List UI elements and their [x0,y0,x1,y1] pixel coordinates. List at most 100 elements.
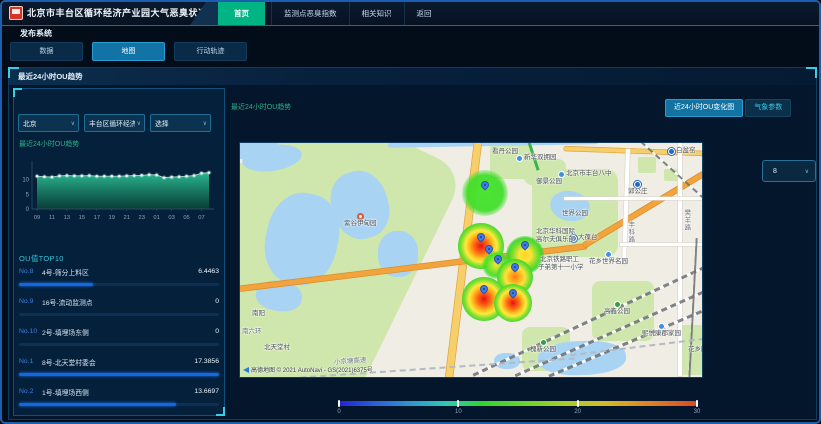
road-line [564,197,703,200]
station-number-select[interactable]: 8 ∨ [762,160,816,182]
top10-item: No.102号-填埋场东侧0 [19,325,219,355]
top10-bar-fill [19,373,219,376]
blue-poi-icon [516,155,523,162]
trend-subtitle: 最近24小时OU趋势 [19,139,79,149]
tab-2[interactable]: 地图 [92,42,165,61]
chevron-down-icon: ∨ [805,168,815,175]
legend-tick-mark [457,400,459,407]
tab-1[interactable]: 数据 [10,42,83,61]
city-select[interactable]: 北京 ∨ [18,114,79,132]
road-line [622,149,630,264]
svg-text:21: 21 [124,215,130,221]
map-label: 北天堂村 [264,345,290,352]
map-label: 丰科路 [626,221,633,244]
legend-tick-label: 0 [337,409,340,415]
map-label: 新华双拥园 [516,155,557,162]
site-select[interactable]: 选择 ∨ [150,114,211,132]
top10-rank: No.1 [19,358,42,365]
map-label: 北京市丰台八中 [558,171,612,178]
svg-text:11: 11 [49,215,55,221]
ou-legend-labels: 0102030 [339,409,697,417]
top10-item: No.18号-北天堂村委会17.3856 [19,355,219,385]
map-toggle-buttons: 近24小时OU变化图气象参数 [665,99,791,117]
svg-text:13: 13 [64,215,70,221]
panel-title: 最近24小时OU趋势 [9,68,816,85]
map-label: 高鑫公园 [604,301,630,316]
top10-rank: No.8 [19,268,42,275]
metro-poi-icon [668,148,675,155]
legend-tick-mark [696,400,698,407]
park-area [638,157,656,173]
trend-chart: 0510091113151719212301030507 [14,151,224,233]
nav-item-3[interactable]: 相关知识 [349,2,404,25]
top10-value: 0 [215,298,219,305]
top10-value: 0 [215,328,219,335]
map-label: 高尔夫俱乐部 [536,237,575,244]
svg-text:0: 0 [26,207,30,213]
left-panel: 北京 ∨ 丰台区循环经济产 ∨ 选择 ∨ 最近24小时OU趋势 [13,88,225,416]
svg-text:5: 5 [26,192,30,198]
tab-3[interactable]: 行动轨迹 [174,42,247,61]
nav-item-4[interactable]: 返回 [404,2,444,25]
map-label: 御景公园 [536,179,562,186]
map-label: 樊羊路 [682,209,689,232]
top10-site-name: 16号-流动监测点 [42,297,215,307]
blue-poi-icon [658,323,665,330]
map-label: 花乡世界名园 [589,251,628,266]
app-root: 北京市丰台区循环经济产业园大气恶臭状况实时 首页监测点恶臭指数相关知识返回 发布… [0,0,821,424]
top10-bar-track [19,373,219,376]
map-label: 北京铁路职工 [540,257,579,264]
legend-tick-label: 30 [694,409,701,415]
top10-item: No.21号-填埋场西侧13.6697 [19,385,219,415]
park-select-value: 丰台区循环经济产 [85,118,135,128]
legend-tick-mark [338,400,340,407]
top10-site-name: 8号-北天堂村委会 [42,357,194,367]
top10-bar-track [19,343,219,346]
top10-bar-fill [19,403,176,406]
map-subtitle: 最近24小时OU趋势 [231,102,291,112]
map-label: 熙悦康郡家园 [642,323,681,338]
map-label: 花乡国 [688,347,703,354]
top10-title: OU值TOP10 [19,253,64,264]
top10-item: No.84号-筛分上料区6.4463 [19,265,219,295]
nav-item-1[interactable]: 首页 [218,2,265,25]
top10-bar-fill [19,283,93,286]
svg-text:23: 23 [138,215,144,221]
ou-color-legend [339,401,697,406]
top10-item: No.916号-流动监测点0 [19,295,219,325]
park-poi-icon [540,339,547,346]
svg-text:17: 17 [94,215,100,221]
top10-site-name: 1号-填埋场西侧 [42,387,194,397]
park-select[interactable]: 丰台区循环经济产 ∨ [84,114,145,132]
chevron-down-icon: ∨ [203,120,210,127]
top10-bar-track [19,403,219,406]
legend-tick-label: 20 [574,409,581,415]
main-panel: 最近24小时OU趋势 北京 ∨ 丰台区循环经济产 ∨ 选择 ∨ 最近24小时OU… [8,67,817,420]
svg-text:15: 15 [79,215,85,221]
map-label: 紫谷伊甸园 [344,213,377,228]
top10-rank: No.9 [19,298,42,305]
top10-rank: No.10 [19,328,42,335]
city-select-value: 北京 [19,118,37,128]
svg-text:05: 05 [183,215,189,221]
trend-chart-svg: 0510091113151719212301030507 [14,151,224,233]
top10-site-name: 2号-填埋场东侧 [42,327,215,337]
park-poi-icon [614,301,621,308]
top10-rank: No.2 [19,388,42,395]
top10-value: 13.6697 [194,388,219,395]
top10-value: 6.4463 [198,268,219,275]
app-logo-icon [9,6,23,20]
legend-tick-mark [577,400,579,407]
map-label: 南六环 [242,329,262,336]
map-label: 北京华科国际 [536,229,575,236]
map-canvas[interactable]: 看丹公园新华双拥园御景公园世界公园北京市丰台八中郭公庄白盆窑大葆台北京华科国际高… [239,142,703,378]
legend-tick-label: 10 [455,409,462,415]
amap-logo-icon [243,367,249,373]
map-button-1[interactable]: 近24小时OU变化图 [665,99,743,117]
map-label: 看丹公园 [492,149,518,156]
nav-item-2[interactable]: 监测点恶臭指数 [271,2,349,25]
map-label: 子弟第十一小学 [538,265,584,272]
water-area [239,142,278,159]
map-button-2[interactable]: 气象参数 [745,99,791,117]
top10-value: 17.3856 [194,358,219,365]
